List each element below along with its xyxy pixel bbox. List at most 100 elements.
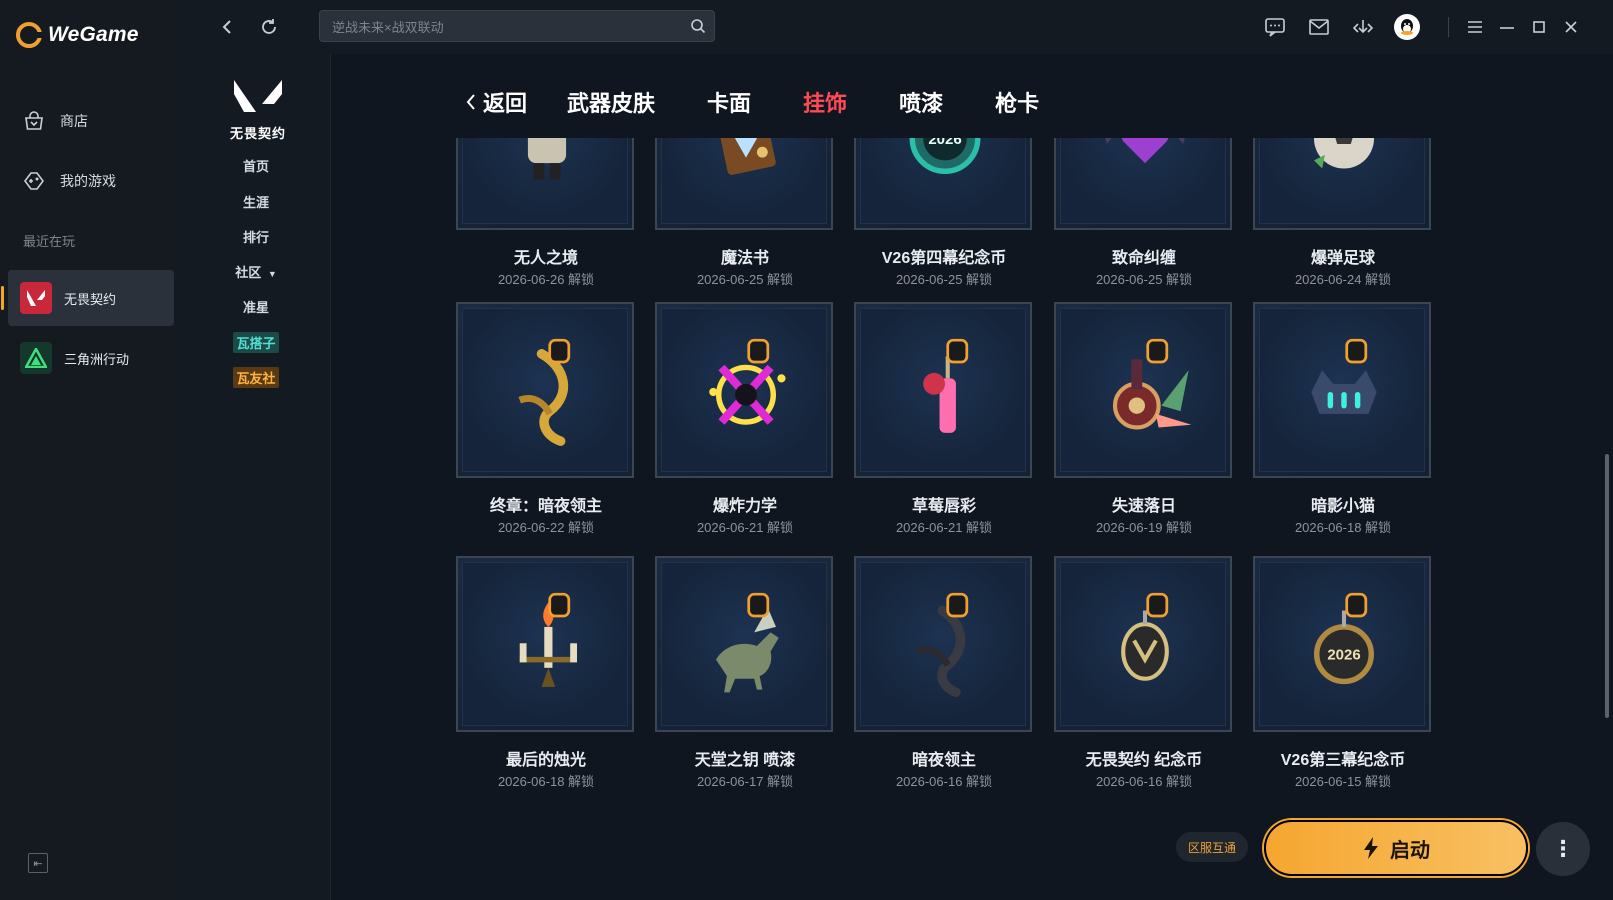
- search-icon[interactable]: [690, 18, 706, 39]
- charm-name: V26第四幕纪念币: [881, 250, 1007, 267]
- game-nav-crosshair[interactable]: 准星: [182, 297, 330, 316]
- collapse-sidebar-button[interactable]: ⇤: [28, 853, 48, 873]
- charm-thumbnail-frame: [1060, 308, 1226, 472]
- charm-thumbnail-frame: [1060, 562, 1226, 726]
- dark-dragon-charm-icon: [916, 592, 969, 698]
- charm-thumbnail[interactable]: [854, 302, 1032, 478]
- charm-name: 无畏契约 纪念币: [1085, 752, 1203, 769]
- soccer-ball-charm-icon: [1314, 138, 1374, 169]
- search-input[interactable]: [330, 11, 674, 43]
- charm-thumbnail-frame: 2026: [860, 138, 1026, 224]
- tab-gun-cards[interactable]: 枪卡: [995, 86, 1039, 118]
- charm-name: 爆炸力学: [712, 498, 777, 515]
- sidebar-item-store[interactable]: 商店: [22, 109, 88, 133]
- user-avatar[interactable]: [1394, 14, 1420, 40]
- tab-sprays[interactable]: 喷漆: [899, 86, 943, 118]
- wegame-logo[interactable]: WeGame: [16, 22, 139, 48]
- back-link[interactable]: 返回: [465, 86, 527, 118]
- sidebar-item-my-games[interactable]: 我的游戏: [22, 169, 116, 193]
- charm-thumbnail[interactable]: [655, 302, 833, 478]
- game-nav-community[interactable]: 社区 ▼: [182, 262, 330, 281]
- back-icon: [222, 20, 231, 34]
- minimize-button[interactable]: [1494, 14, 1520, 40]
- charm-thumbnail[interactable]: 2026: [1253, 556, 1431, 732]
- valorant-logo-icon: [234, 80, 282, 112]
- chat-icon: [1265, 18, 1285, 37]
- charm-unlock-date: 2026-06-15 解锁: [1294, 774, 1392, 789]
- game-sub-nav: 无畏契约 首页 生涯 排行 社区 ▼ 准星 瓦搭子 瓦友社: [182, 54, 331, 900]
- mail-button[interactable]: [1306, 14, 1332, 40]
- svg-text:2026: 2026: [928, 138, 961, 148]
- gold-dragon-charm-icon: [518, 338, 571, 446]
- refresh-button[interactable]: [256, 14, 282, 40]
- charm-unlock-date: 2026-06-25 解锁: [1095, 272, 1193, 287]
- launch-label: 启动: [1390, 839, 1430, 862]
- lip-gloss-charm-icon: [923, 338, 969, 433]
- partner-badge: 瓦搭子: [233, 332, 279, 353]
- menu-icon: [1468, 21, 1482, 33]
- charm-thumbnail-frame: [462, 308, 628, 472]
- chat-button[interactable]: [1262, 14, 1288, 40]
- charm-unlock-date: 2026-06-18 解锁: [1294, 520, 1392, 535]
- tab-cards[interactable]: 卡面: [707, 86, 751, 118]
- charm-thumbnail[interactable]: [1054, 138, 1232, 230]
- game-nav-badge-club[interactable]: 瓦友社: [182, 367, 330, 388]
- charm-thumbnail[interactable]: [456, 302, 634, 478]
- charm-unlock-date: 2026-06-24 解锁: [1294, 272, 1392, 287]
- maximize-button[interactable]: [1526, 14, 1552, 40]
- club-badge: 瓦友社: [233, 367, 279, 388]
- charm-thumbnail[interactable]: 2026: [854, 138, 1032, 230]
- game-nav-badge-partner[interactable]: 瓦搭子: [182, 332, 330, 353]
- game-nav-ranking[interactable]: 排行: [182, 227, 330, 246]
- collapse-icon: ⇤: [33, 857, 43, 870]
- charm-thumbnail[interactable]: [1253, 302, 1431, 478]
- sidebar-item-label: 商店: [60, 113, 88, 129]
- charm-unlock-date: 2026-06-26 解锁: [497, 272, 595, 287]
- main-content: 返回 武器皮肤 卡面 挂饰 喷漆 枪卡 无人之境 2026-06-26 解锁 魔法书…: [331, 54, 1613, 900]
- recent-game-valorant[interactable]: 无畏契约: [1, 270, 174, 326]
- charm-thumbnail-frame: [661, 562, 827, 726]
- chevron-down-icon: ▼: [267, 269, 277, 279]
- charm-thumbnail-frame: [860, 562, 1026, 726]
- game-nav-home[interactable]: 首页: [182, 156, 330, 175]
- charm-name: 暗夜领主: [911, 752, 976, 769]
- tab-charms[interactable]: 挂饰: [803, 86, 847, 118]
- explosion-charm-icon: [709, 338, 786, 425]
- more-icon: ⋮: [1552, 836, 1574, 861]
- recent-game-delta-force[interactable]: 三角洲行动: [8, 330, 174, 386]
- charm-thumbnail[interactable]: [655, 138, 833, 230]
- charm-name: 天堂之钥 喷漆: [694, 752, 796, 769]
- charm-grid: 无人之境 2026-06-26 解锁 魔法书 2026-06-25 解锁 2026 V26…: [331, 138, 1613, 900]
- coin-charm-icon: 2026: [909, 138, 981, 174]
- top-bar: [182, 0, 1613, 55]
- maximize-icon: [1533, 21, 1545, 33]
- valorant-logo[interactable]: 无畏契约: [222, 76, 294, 142]
- app-sidebar: WeGame 商店 我的游戏 最近在玩 无畏契约 三角洲行动 ⇤: [0, 0, 182, 900]
- charm-thumbnail[interactable]: [1054, 302, 1232, 478]
- charm-thumbnail-frame: [860, 308, 1026, 472]
- tab-weapon-skins[interactable]: 武器皮肤: [567, 86, 655, 118]
- download-button[interactable]: [1350, 14, 1376, 40]
- charm-name: 无人之境: [513, 250, 578, 267]
- charm-thumbnail[interactable]: [456, 138, 634, 230]
- menu-button[interactable]: [1462, 14, 1488, 40]
- charm-name: 暗影小猫: [1310, 498, 1375, 515]
- back-button[interactable]: [214, 14, 240, 40]
- close-button[interactable]: [1558, 14, 1584, 40]
- charm-unlock-date: 2026-06-25 解锁: [895, 272, 993, 287]
- charm-thumbnail-frame: [462, 138, 628, 224]
- charm-unlock-date: 2026-06-22 解锁: [497, 520, 595, 535]
- content-scrollbar[interactable]: [1605, 454, 1609, 718]
- charm-thumbnail[interactable]: [655, 556, 833, 732]
- charm-thumbnail[interactable]: [854, 556, 1032, 732]
- game-nav-career[interactable]: 生涯: [182, 192, 330, 211]
- game-nav-community-label: 社区: [235, 265, 262, 280]
- charm-thumbnail[interactable]: [1054, 556, 1232, 732]
- charm-thumbnail[interactable]: [1253, 138, 1431, 230]
- charm-name: 草莓唇彩: [911, 498, 976, 515]
- search-box[interactable]: [319, 10, 715, 43]
- more-options-button[interactable]: ⋮: [1536, 822, 1590, 876]
- launch-button[interactable]: 启动: [1264, 820, 1528, 876]
- store-bag-icon: [22, 109, 46, 133]
- charm-thumbnail[interactable]: [456, 556, 634, 732]
